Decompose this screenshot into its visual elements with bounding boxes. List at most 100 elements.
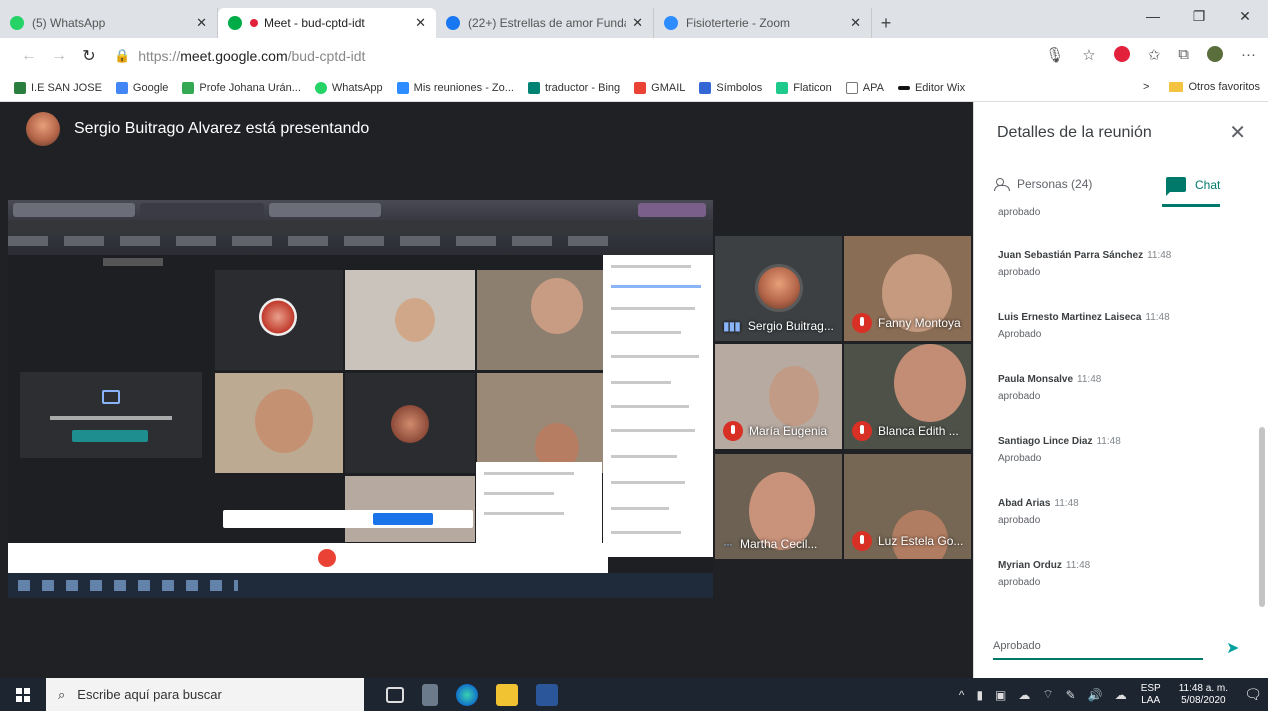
tab-meet[interactable]: Meet - bud-cptd-idt ✕ [218,8,436,38]
start-button[interactable] [0,678,46,711]
onedrive-icon[interactable]: ☁ [1115,688,1127,702]
address-bar: ← → ↻ 🔒 https://meet.google.com/bud-cptd… [0,38,1268,74]
participant-tile[interactable]: María Eugenia [715,344,842,449]
message-time: 11:48 [1147,250,1172,261]
shared-stop-button [72,430,148,442]
avatar [26,112,60,146]
whatsapp-icon [314,81,327,94]
close-icon[interactable]: ✕ [632,15,643,31]
tab-whatsapp[interactable]: (5) WhatsApp ✕ [0,8,218,38]
close-icon[interactable]: ✕ [850,15,861,31]
bookmarks-overflow-button[interactable]: > [1143,81,1149,93]
lock-icon[interactable]: 🔒 [114,48,130,64]
tab-title: Fisioterterie - Zoom [686,16,791,30]
whatsapp-icon [10,16,24,30]
message-sender: Myrian Orduz 11:48 [998,560,1248,571]
participant-video [894,344,966,422]
cloud-icon[interactable]: ☁ [1018,688,1030,702]
notifications-icon[interactable]: 🗨 [1238,686,1268,703]
shared-screen[interactable] [8,200,713,598]
bookmark[interactable]: Símbolos [699,81,763,94]
participant-tile[interactable]: Blanca Edith ... [844,344,971,449]
page-icon [845,81,858,94]
bookmark-label: I.E SAN JOSE [31,81,102,94]
word-icon[interactable] [536,683,558,706]
reload-button[interactable]: ↻ [74,46,104,66]
favorites-icon[interactable]: ✩ [1148,46,1161,64]
bookmark-label: Mis reuniones - Zo... [413,81,514,94]
new-tab-button[interactable]: + [872,8,900,38]
participant-tile[interactable]: ▮▮▮ Sergio Buitrag... [715,236,842,341]
bookmark[interactable]: Editor Wix [897,82,965,94]
chevron-up-icon[interactable]: ^ [959,688,965,702]
bookmark[interactable]: Google [115,81,168,94]
message-text: aprobado [998,207,1041,218]
calculator-icon[interactable] [422,683,438,706]
participant-name: Blanca Edith ... [878,424,959,438]
recording-icon [250,19,258,27]
file-explorer-icon[interactable] [496,683,518,706]
chat-input[interactable]: Aprobado [993,632,1203,660]
shared-presenter-label [103,258,163,266]
bookmark[interactable]: traductor - Bing [527,81,621,94]
close-window-button[interactable]: ✕ [1222,0,1268,32]
forward-button[interactable]: → [44,47,74,65]
bookmark[interactable]: APA [845,81,884,94]
bookmark-label: Símbolos [716,81,763,94]
close-panel-button[interactable]: ✕ [1229,120,1246,145]
shared-browser-chrome [8,200,713,255]
bookmark[interactable]: Profe Johana Urán... [182,81,301,94]
tray-app-icon[interactable]: ▮ [976,688,983,702]
bookmark[interactable]: GMAIL [634,81,685,94]
tab-people[interactable]: Personas (24) [994,177,1092,191]
chat-message: Santiago Lince Diaz 11:48 Aprobado [998,436,1248,464]
maximize-button[interactable]: ❐ [1176,0,1222,32]
bing-icon [527,81,540,94]
volume-icon[interactable]: 🔊 [1088,688,1103,702]
other-bookmarks[interactable]: Otros favoritos [1169,81,1260,93]
taskbar-search[interactable]: ⌕ Escribe aquí para buscar [46,678,364,711]
edge-icon[interactable] [456,683,478,706]
network-icon[interactable]: ⌔ [1042,687,1053,702]
bookmark[interactable]: I.E SAN JOSE [14,81,102,94]
tab-zoom[interactable]: Fisioterterie - Zoom ✕ [654,8,872,38]
collections-icon[interactable]: ⧉ [1178,46,1189,64]
bookmark[interactable]: Mis reuniones - Zo... [396,81,514,94]
participant-tile[interactable]: Fanny Montoya [844,236,971,341]
task-view-icon[interactable] [386,686,404,703]
message-sender: Abad Arias 11:48 [998,498,1248,509]
bookmark-label: traductor - Bing [544,81,621,94]
shared-tab [638,203,706,217]
clock-date: 5/08/2020 [1181,694,1226,706]
message-text: Aprobado [998,329,1042,340]
chat-scrollbar[interactable] [1259,427,1265,607]
bookmark[interactable]: WhatsApp [314,81,383,94]
search-placeholder: Escribe aquí para buscar [77,687,222,702]
tab-chat[interactable]: Chat [1166,177,1220,196]
tray-app-icon[interactable]: ▣ [995,688,1006,702]
star-icon[interactable]: ☆ [1082,46,1095,64]
close-icon[interactable]: ✕ [415,15,426,31]
participant-tile[interactable]: ··· Martha Cecil... [715,454,842,559]
microphone-icon[interactable]: 🎙 [1045,46,1064,64]
pen-icon[interactable]: ✎ [1066,688,1076,702]
profile-avatar[interactable] [1207,46,1223,62]
shared-tile [477,270,603,370]
language-indicator[interactable]: ESP LAA [1141,683,1161,707]
more-icon[interactable]: ··· [1241,46,1256,64]
minimize-button[interactable]: — [1130,0,1176,32]
clock[interactable]: 11:48 a. m. 5/08/2020 [1179,683,1228,707]
shared-tab [140,203,264,217]
tab-facebook[interactable]: (22+) Estrellas de amor Fundaci ✕ [436,8,654,38]
close-icon[interactable]: ✕ [196,15,207,31]
bookmark[interactable]: Flaticon [776,81,832,94]
participant-name-row: Luz Estela Go... [852,531,963,551]
participant-tile[interactable]: Luz Estela Go... [844,454,971,559]
extension-icon[interactable] [1113,46,1130,62]
shared-tab [269,203,381,217]
send-icon[interactable]: ➤ [1226,638,1239,658]
bookmark-label: APA [862,81,884,94]
url-field[interactable]: https://meet.google.com/bud-cptd-idt [138,48,365,64]
chat-messages[interactable]: aprobado Juan Sebastián Parra Sánchez 11:… [974,207,1256,612]
back-button[interactable]: ← [14,47,44,65]
